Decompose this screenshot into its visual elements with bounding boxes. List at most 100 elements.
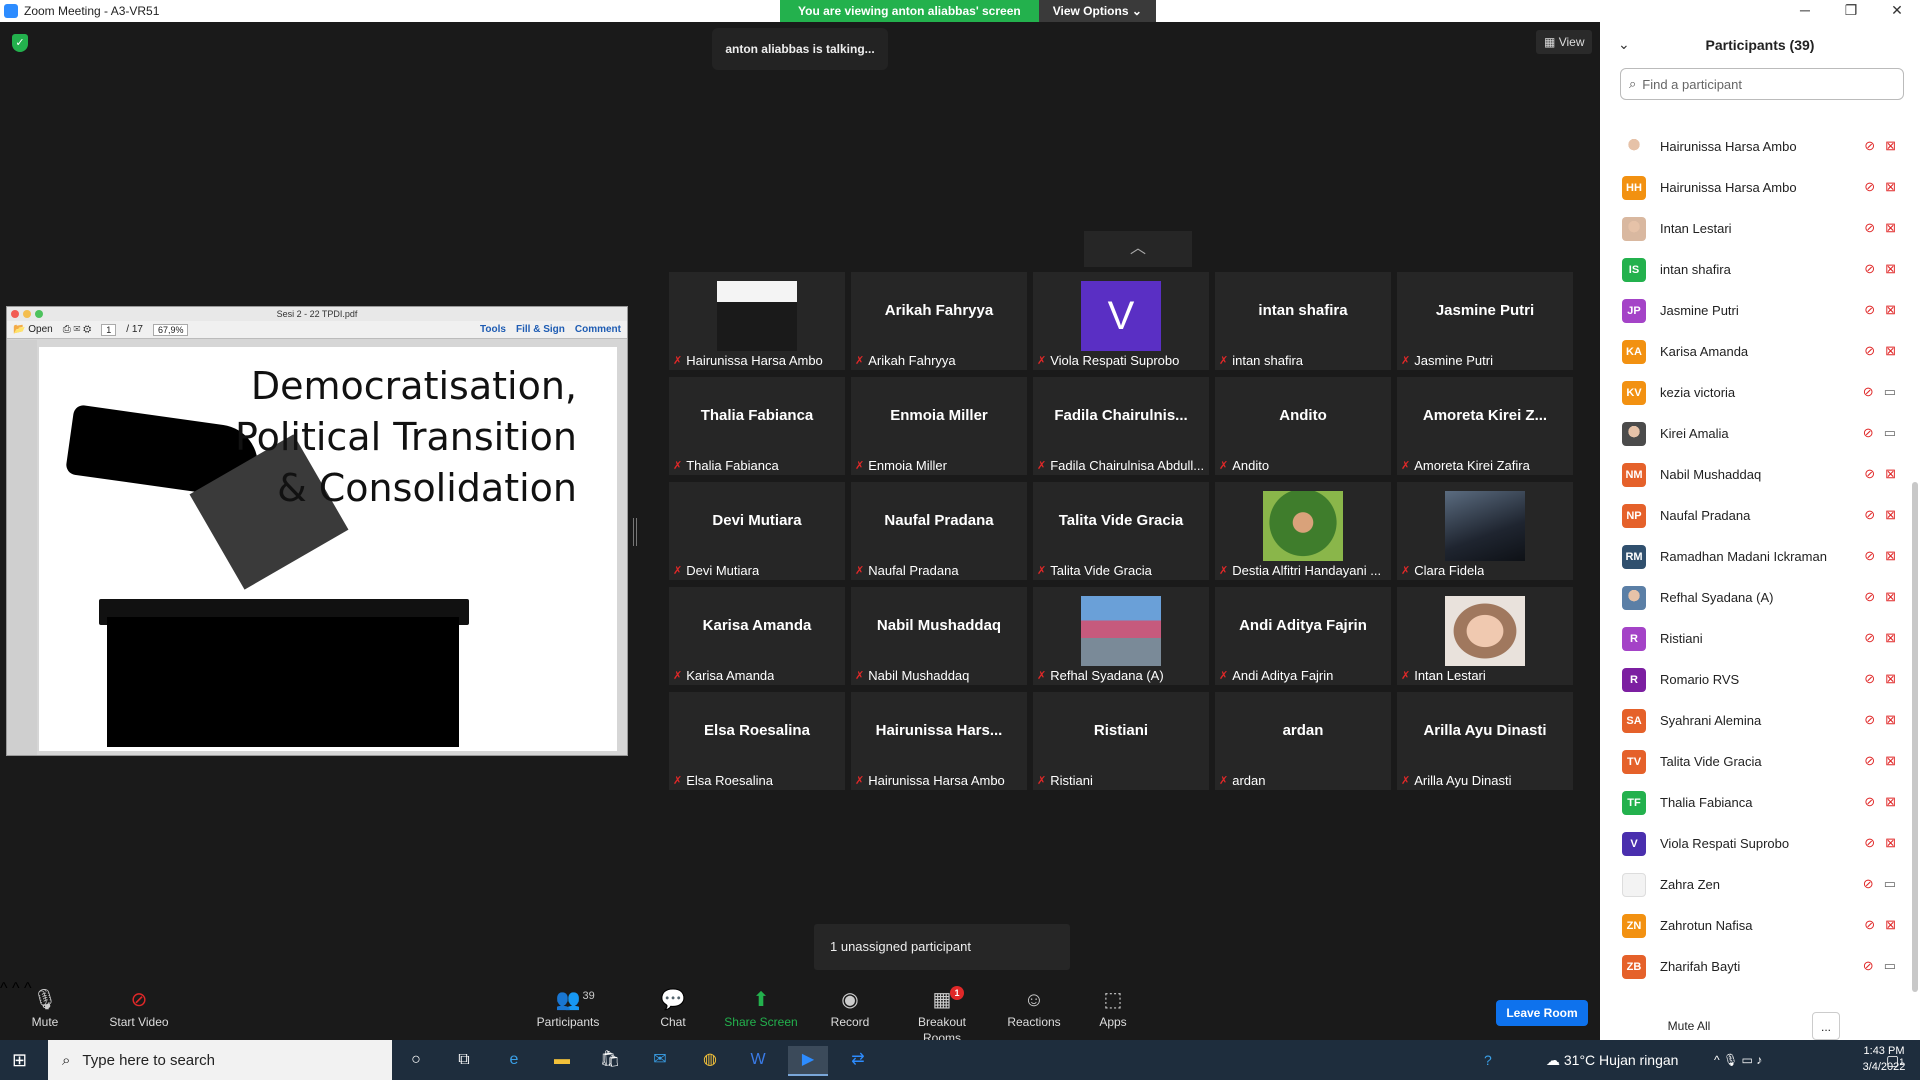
participant-search-input[interactable]: ⌕ Find a participant [1620, 68, 1904, 100]
notification-icon[interactable]: ▢1 [1886, 1040, 1904, 1080]
video-tile[interactable]: Talita Vide Gracia ✗ Talita Vide Gracia [1033, 482, 1209, 580]
breakout-rooms-button[interactable]: ▦ 1 Breakout Rooms [898, 986, 986, 1046]
help-icon[interactable]: ? [1484, 1040, 1492, 1080]
participant-row[interactable]: Hairunissa Harsa Ambo ⊘ ⊠ [1600, 126, 1910, 167]
video-tile[interactable]: ✗ Clara Fidela [1397, 482, 1573, 580]
muted-mic-icon: ⊘ [1864, 179, 1876, 194]
participant-status-icons: ⊘ ⊠ [1864, 671, 1896, 687]
video-tile[interactable]: ✗ Hairunissa Harsa Ambo [669, 272, 845, 370]
participant-row[interactable]: V Viola Respati Suprobo ⊘ ⊠ [1600, 823, 1910, 864]
collapse-chevron-icon[interactable]: ⌄ [1618, 36, 1630, 53]
video-tile[interactable]: V ✗ Viola Respati Suprobo [1033, 272, 1209, 370]
participant-name: Devi Mutiara [686, 563, 760, 578]
split-view-handle[interactable] [633, 518, 637, 546]
participant-row[interactable]: R Ristiani ⊘ ⊠ [1600, 618, 1910, 659]
video-tile[interactable]: Karisa Amanda ✗ Karisa Amanda [669, 587, 845, 685]
apps-button[interactable]: ⬚ Apps [1068, 986, 1158, 1030]
avatar: IS [1622, 257, 1646, 282]
grid-page-up-button[interactable]: ︿ [1084, 231, 1192, 267]
video-tile[interactable]: intan shafira ✗ intan shafira [1215, 272, 1391, 370]
leave-room-button[interactable]: Leave Room [1496, 1000, 1588, 1026]
participant-row[interactable]: Zahra Zen ⊘ ▭ [1600, 864, 1910, 905]
tray-icons[interactable]: ^ 🎙 ▭ ♪ [1714, 1040, 1762, 1080]
store-icon[interactable]: 🛍 [590, 1046, 630, 1076]
teamviewer-icon[interactable]: ⇄ [838, 1046, 878, 1076]
participant-row[interactable]: NM Nabil Mushaddaq ⊘ ⊠ [1600, 454, 1910, 495]
close-icon[interactable]: ✕ [1874, 0, 1920, 22]
cortana-icon[interactable]: ○ [396, 1046, 436, 1076]
participant-row[interactable]: R Romario RVS ⊘ ⊠ [1600, 659, 1910, 700]
muted-mic-icon: ⊘ [1862, 384, 1874, 399]
reactions-button[interactable]: ☺ Reactions [989, 986, 1079, 1030]
chrome-icon[interactable]: ◍ [690, 1046, 730, 1076]
video-tile[interactable]: Ristiani ✗ Ristiani [1033, 692, 1209, 790]
participant-row[interactable]: HH Hairunissa Harsa Ambo ⊘ ⊠ [1600, 167, 1910, 208]
video-tile[interactable]: ardan ✗ ardan [1215, 692, 1391, 790]
file-explorer-icon[interactable]: ▬ [542, 1046, 582, 1076]
participant-row[interactable]: Refhal Syadana (A) ⊘ ⊠ [1600, 577, 1910, 618]
taskbar-clock[interactable]: 1:43 PM 3/4/2022 [1854, 1043, 1914, 1075]
avatar: KA [1622, 339, 1646, 364]
tile-display-name: intan shafira [1258, 302, 1348, 319]
record-button[interactable]: ◉ Record [805, 986, 895, 1030]
participants-button[interactable]: 👥 39 Participants [523, 986, 613, 1030]
participant-row[interactable]: SA Syahrani Alemina ⊘ ⊠ [1600, 700, 1910, 741]
video-tile[interactable]: Andi Aditya Fajrin ✗ Andi Aditya Fajrin [1215, 587, 1391, 685]
participant-row[interactable]: TF Thalia Fabianca ⊘ ⊠ [1600, 782, 1910, 823]
maximize-icon[interactable]: ❐ [1828, 0, 1874, 22]
video-tile[interactable]: ✗ Destia Alfitri Handayani ... [1215, 482, 1391, 580]
chat-button[interactable]: 💬 Chat [628, 986, 718, 1030]
mute-all-button[interactable]: Mute All [1656, 1012, 1722, 1040]
participant-row[interactable]: NP Naufal Pradana ⊘ ⊠ [1600, 495, 1910, 536]
video-tile[interactable]: Andito ✗ Andito [1215, 377, 1391, 475]
video-tile[interactable]: ✗ Intan Lestari [1397, 587, 1573, 685]
view-options-button[interactable]: View Options ⌄ [1038, 0, 1156, 22]
participant-list-scrollbar[interactable] [1912, 482, 1918, 992]
camera-off-icon: ⊠ [1885, 671, 1896, 686]
windows-start-icon[interactable]: ⊞ [12, 1050, 32, 1070]
video-tile[interactable]: Elsa Roesalina ✗ Elsa Roesalina [669, 692, 845, 790]
more-button[interactable]: ... [1812, 1012, 1840, 1040]
participant-row[interactable]: ZN Zahrotun Nafisa ⊘ ⊠ [1600, 905, 1910, 946]
video-tile[interactable]: Devi Mutiara ✗ Devi Mutiara [669, 482, 845, 580]
participant-row[interactable]: TV Talita Vide Gracia ⊘ ⊠ [1600, 741, 1910, 782]
task-view-icon[interactable]: ⧉ [444, 1046, 484, 1076]
participant-row[interactable]: KV kezia victoria ⊘ ▭ [1600, 372, 1910, 413]
video-tile[interactable]: Amoreta Kirei Z... ✗ Amoreta Kirei Zafira [1397, 377, 1573, 475]
participant-status-icons: ⊘ ▭ [1863, 876, 1896, 892]
video-tile[interactable]: Arikah Fahryya ✗ Arikah Fahryya [851, 272, 1027, 370]
taskbar-search-input[interactable]: ⌕ Type here to search [48, 1040, 392, 1080]
participant-row[interactable]: KA Karisa Amanda ⊘ ⊠ [1600, 331, 1910, 372]
participant-row[interactable]: RM Ramadhan Madani Ickraman ⊘ ⊠ [1600, 536, 1910, 577]
participant-status-icons: ⊘ ⊠ [1864, 343, 1896, 359]
tile-display-name: Fadila Chairulnis... [1054, 407, 1188, 424]
start-video-button[interactable]: ⊘ Start Video [94, 986, 184, 1030]
video-tile[interactable]: Thalia Fabianca ✗ Thalia Fabianca [669, 377, 845, 475]
video-tile[interactable]: Naufal Pradana ✗ Naufal Pradana [851, 482, 1027, 580]
weather-widget[interactable]: ☁ 31°C Hujan ringan [1546, 1040, 1678, 1080]
breakout-badge: 1 [950, 986, 964, 1000]
tile-display-name: Enmoia Miller [890, 407, 988, 424]
video-tile[interactable]: Jasmine Putri ✗ Jasmine Putri [1397, 272, 1573, 370]
zoom-taskbar-icon[interactable]: ▶ [788, 1046, 828, 1076]
mail-icon[interactable]: ✉ [640, 1046, 680, 1076]
mute-button[interactable]: 🎙 Mute [0, 986, 90, 1030]
edge-icon[interactable]: e [494, 1046, 534, 1076]
participant-row[interactable]: Kirei Amalia ⊘ ▭ [1600, 413, 1910, 454]
video-tile[interactable]: ✗ Refhal Syadana (A) [1033, 587, 1209, 685]
view-button[interactable]: ▦ View [1536, 30, 1593, 54]
video-tile[interactable]: Hairunissa Hars... ✗ Hairunissa Harsa Ambo [851, 692, 1027, 790]
participant-row[interactable]: ZB Zharifah Bayti ⊘ ▭ [1600, 946, 1910, 987]
share-screen-button[interactable]: ⬆ Share Screen [716, 986, 806, 1030]
participant-row[interactable]: JP Jasmine Putri ⊘ ⊠ [1600, 290, 1910, 331]
minimize-icon[interactable]: ─ [1782, 0, 1828, 22]
video-tile[interactable]: Enmoia Miller ✗ Enmoia Miller [851, 377, 1027, 475]
video-tile[interactable]: Nabil Mushaddaq ✗ Nabil Mushaddaq [851, 587, 1027, 685]
encryption-shield-icon[interactable]: ✓ [12, 34, 28, 52]
word-icon[interactable]: W [738, 1046, 778, 1076]
video-tile[interactable]: Fadila Chairulnis... ✗ Fadila Chairulnisa … [1033, 377, 1209, 475]
avatar: V [1081, 281, 1161, 351]
participant-row[interactable]: Intan Lestari ⊘ ⊠ [1600, 208, 1910, 249]
participant-row[interactable]: IS intan shafira ⊘ ⊠ [1600, 249, 1910, 290]
video-tile[interactable]: Arilla Ayu Dinasti ✗ Arilla Ayu Dinasti [1397, 692, 1573, 790]
